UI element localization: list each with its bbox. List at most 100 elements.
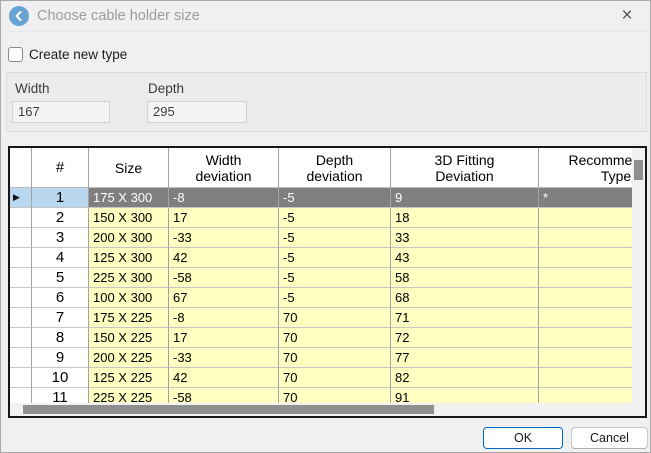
cell-width_dev[interactable]: -8 (169, 188, 279, 208)
cell-depth_dev[interactable]: 70 (279, 308, 391, 328)
depth-field[interactable]: 295 (147, 101, 247, 123)
cancel-button[interactable]: Cancel (571, 427, 648, 449)
cell-num[interactable]: 9 (32, 348, 89, 368)
table-row[interactable]: 5225 X 300-58-558 (10, 268, 632, 288)
cell-fit_dev[interactable]: 58 (391, 268, 539, 288)
cell-fit_dev[interactable]: 82 (391, 368, 539, 388)
create-new-type-checkbox[interactable] (8, 47, 23, 62)
table-row[interactable]: ▶1175 X 300-8-59* (10, 188, 632, 208)
vertical-scrollbar-thumb[interactable] (634, 160, 643, 180)
cell-width_dev[interactable]: 42 (169, 368, 279, 388)
cell-num[interactable]: 4 (32, 248, 89, 268)
cell-width_dev[interactable]: -33 (169, 348, 279, 368)
table-row[interactable]: 6100 X 30067-568 (10, 288, 632, 308)
cell-depth_dev[interactable]: 70 (279, 388, 391, 403)
row-selector-cell[interactable] (10, 268, 32, 288)
row-selector-cell[interactable] (10, 308, 32, 328)
cell-size[interactable]: 150 X 225 (89, 328, 169, 348)
cell-width_dev[interactable]: -8 (169, 308, 279, 328)
row-selector-cell[interactable] (10, 228, 32, 248)
vertical-scrollbar[interactable] (632, 148, 645, 403)
cell-depth_dev[interactable]: -5 (279, 268, 391, 288)
cell-depth_dev[interactable]: -5 (279, 188, 391, 208)
cell-recomm[interactable] (539, 368, 632, 388)
cell-recomm[interactable] (539, 288, 632, 308)
cell-width_dev[interactable]: -58 (169, 268, 279, 288)
cell-recomm[interactable]: * (539, 188, 632, 208)
cell-recomm[interactable] (539, 228, 632, 248)
cell-fit_dev[interactable]: 9 (391, 188, 539, 208)
width-field[interactable]: 167 (12, 101, 110, 123)
table-row[interactable]: 4125 X 30042-543 (10, 248, 632, 268)
table-row[interactable]: 3200 X 300-33-533 (10, 228, 632, 248)
cell-fit_dev[interactable]: 18 (391, 208, 539, 228)
cell-depth_dev[interactable]: -5 (279, 228, 391, 248)
column-header-recomm[interactable]: RecommendedType (539, 148, 632, 188)
table-row[interactable]: 2150 X 30017-518 (10, 208, 632, 228)
cell-size[interactable]: 200 X 225 (89, 348, 169, 368)
column-header-size[interactable]: Size (89, 148, 169, 188)
cell-fit_dev[interactable]: 71 (391, 308, 539, 328)
column-header-depth_dev[interactable]: Depthdeviation (279, 148, 391, 188)
cell-size[interactable]: 225 X 225 (89, 388, 169, 403)
row-selector-cell[interactable]: ▶ (10, 188, 32, 208)
table-row[interactable]: 7175 X 225-87071 (10, 308, 632, 328)
cell-width_dev[interactable]: 17 (169, 208, 279, 228)
cell-width_dev[interactable]: 67 (169, 288, 279, 308)
close-icon[interactable]: × (616, 4, 638, 28)
cell-depth_dev[interactable]: -5 (279, 288, 391, 308)
row-selector-cell[interactable] (10, 388, 32, 403)
cell-width_dev[interactable]: 17 (169, 328, 279, 348)
cell-num[interactable]: 7 (32, 308, 89, 328)
cell-recomm[interactable] (539, 328, 632, 348)
cell-fit_dev[interactable]: 33 (391, 228, 539, 248)
ok-button[interactable]: OK (483, 427, 563, 449)
cell-width_dev[interactable]: 42 (169, 248, 279, 268)
cell-depth_dev[interactable]: 70 (279, 328, 391, 348)
cell-recomm[interactable] (539, 348, 632, 368)
cell-recomm[interactable] (539, 208, 632, 228)
cell-num[interactable]: 5 (32, 268, 89, 288)
cell-size[interactable]: 150 X 300 (89, 208, 169, 228)
row-selector-cell[interactable] (10, 348, 32, 368)
cell-size[interactable]: 125 X 300 (89, 248, 169, 268)
cell-size[interactable]: 100 X 300 (89, 288, 169, 308)
row-selector-cell[interactable] (10, 248, 32, 268)
cell-num[interactable]: 2 (32, 208, 89, 228)
cell-num[interactable]: 1 (32, 188, 89, 208)
cell-num[interactable]: 10 (32, 368, 89, 388)
cell-fit_dev[interactable]: 68 (391, 288, 539, 308)
column-header-num[interactable]: # (32, 148, 89, 188)
cell-num[interactable]: 6 (32, 288, 89, 308)
column-header-width_dev[interactable]: Widthdeviation (169, 148, 279, 188)
row-selector-cell[interactable] (10, 208, 32, 228)
cell-size[interactable]: 125 X 225 (89, 368, 169, 388)
cell-fit_dev[interactable]: 43 (391, 248, 539, 268)
cell-fit_dev[interactable]: 91 (391, 388, 539, 403)
cell-size[interactable]: 175 X 300 (89, 188, 169, 208)
row-selector-cell[interactable] (10, 328, 32, 348)
cell-size[interactable]: 200 X 300 (89, 228, 169, 248)
cell-size[interactable]: 175 X 225 (89, 308, 169, 328)
table-row[interactable]: 9200 X 225-337077 (10, 348, 632, 368)
cell-width_dev[interactable]: -33 (169, 228, 279, 248)
cell-depth_dev[interactable]: 70 (279, 368, 391, 388)
cell-recomm[interactable] (539, 308, 632, 328)
cell-num[interactable]: 8 (32, 328, 89, 348)
horizontal-scrollbar[interactable] (10, 403, 632, 416)
table-row[interactable]: 10125 X 225427082 (10, 368, 632, 388)
cell-depth_dev[interactable]: -5 (279, 248, 391, 268)
cell-depth_dev[interactable]: 70 (279, 348, 391, 368)
cell-num[interactable]: 11 (32, 388, 89, 403)
cell-depth_dev[interactable]: -5 (279, 208, 391, 228)
table-row[interactable]: 8150 X 225177072 (10, 328, 632, 348)
row-selector-cell[interactable] (10, 288, 32, 308)
cell-fit_dev[interactable]: 72 (391, 328, 539, 348)
table-row[interactable]: 11225 X 225-587091 (10, 388, 632, 403)
cell-num[interactable]: 3 (32, 228, 89, 248)
cell-size[interactable]: 225 X 300 (89, 268, 169, 288)
cell-recomm[interactable] (539, 248, 632, 268)
column-header-fit_dev[interactable]: 3D FittingDeviation (391, 148, 539, 188)
cell-fit_dev[interactable]: 77 (391, 348, 539, 368)
row-selector-cell[interactable] (10, 368, 32, 388)
